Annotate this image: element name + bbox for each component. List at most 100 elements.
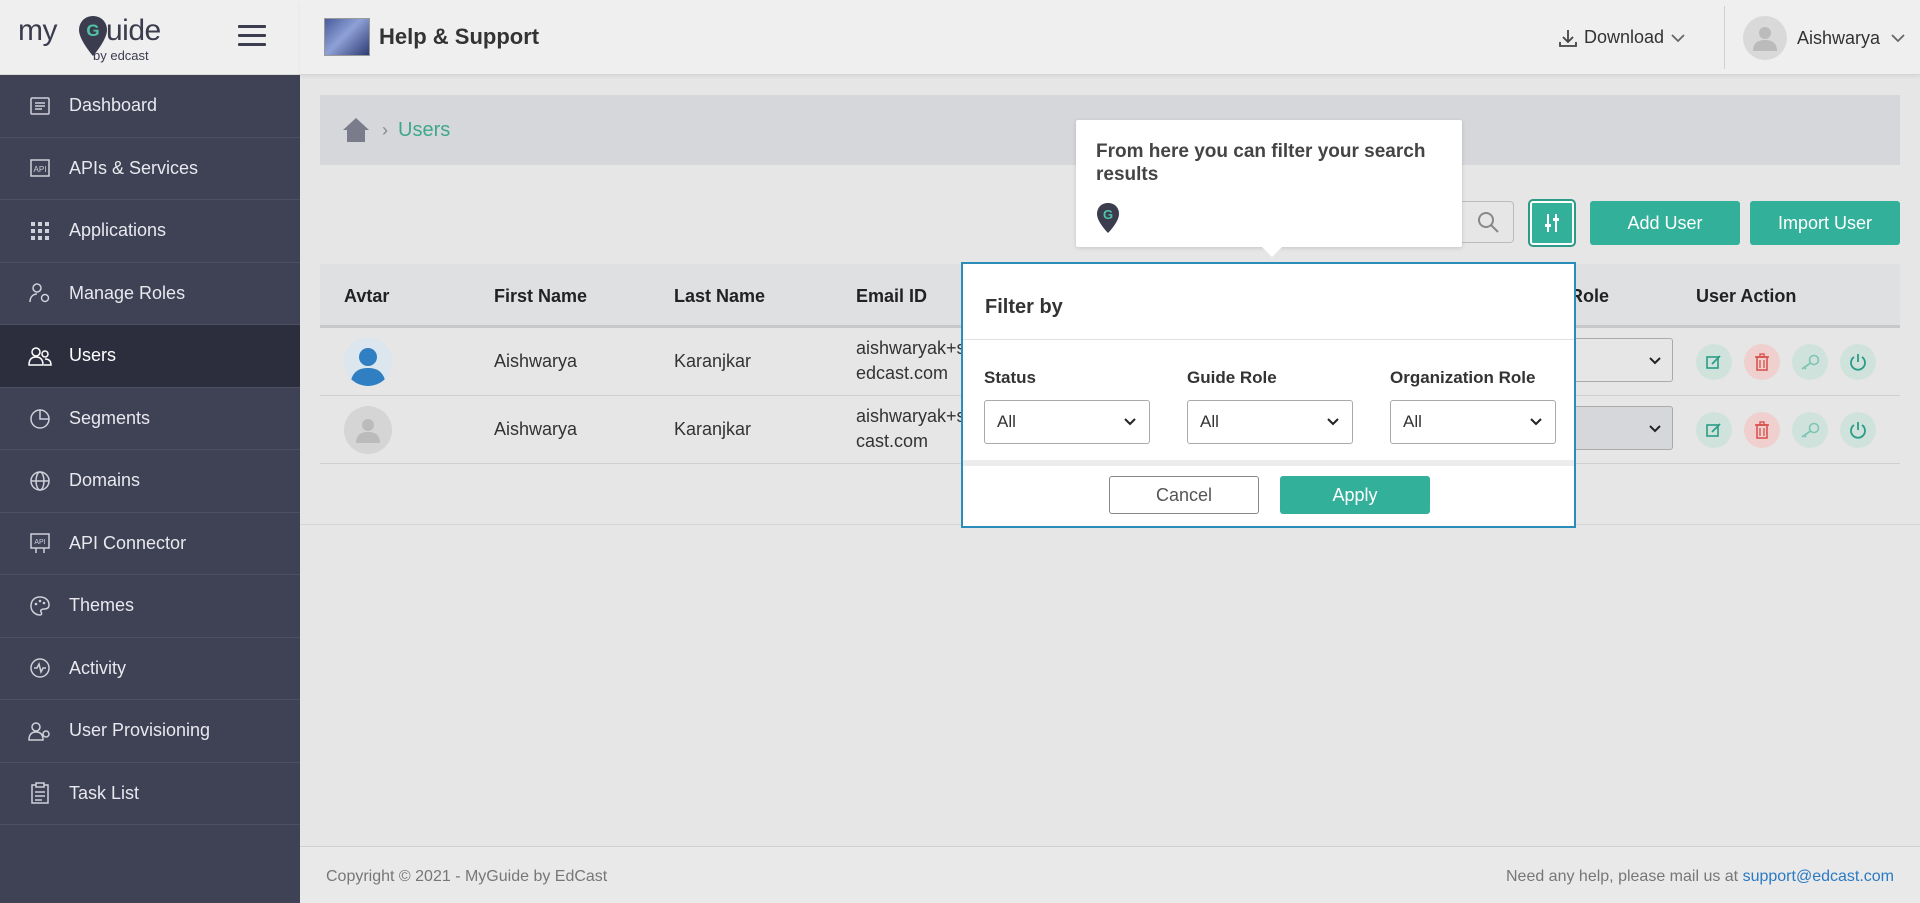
sidebar-item-label: Dashboard (69, 95, 158, 116)
user-name: Aishwarya (1797, 27, 1881, 48)
delete-button[interactable] (1744, 412, 1780, 448)
email-cell: aishwaryak+s (856, 338, 966, 358)
power-icon (1850, 354, 1866, 371)
sidebar-item-user-provisioning[interactable]: User Provisioning (0, 700, 300, 763)
svg-text:API: API (34, 539, 45, 546)
app-thumbnail (324, 18, 370, 56)
download-icon (1559, 29, 1577, 47)
chevron-down-icon (1327, 418, 1339, 426)
user-menu[interactable]: Aishwarya (1743, 16, 1906, 60)
guide-role-select[interactable]: All (1187, 400, 1353, 444)
chevron-down-icon (1530, 418, 1542, 426)
footer: Copyright © 2021 - MyGuide by EdCast Nee… (300, 846, 1920, 903)
column-header: First Name (494, 286, 588, 306)
sidebar-item-label: Domains (69, 470, 141, 491)
sidebar-item-label: Manage Roles (69, 282, 186, 303)
organization-role-select-value: All (1403, 412, 1422, 431)
user-action-group (1696, 344, 1876, 380)
users-icon (28, 344, 52, 368)
sidebar-item-applications[interactable]: Applications (0, 200, 300, 263)
header-divider (1724, 6, 1725, 69)
breadcrumb-current[interactable]: Users (398, 119, 450, 142)
sidebar-item-segments[interactable]: Segments (0, 388, 300, 450)
api-connector-icon: API (28, 531, 52, 555)
first-name-cell: Aishwarya (494, 419, 578, 439)
cancel-button[interactable]: Cancel (1109, 476, 1259, 514)
tooltip-text: From here you can filter your search res… (1096, 141, 1426, 185)
download-dropdown[interactable]: Download (1558, 27, 1686, 48)
api-icon: API (28, 156, 52, 180)
sidebar-item-activity[interactable]: Activity (0, 638, 300, 700)
filter-sliders-icon (1545, 214, 1559, 232)
add-user-button[interactable]: Add User (1590, 201, 1740, 245)
import-user-button[interactable]: Import User (1750, 201, 1900, 245)
filter-button[interactable] (1528, 199, 1576, 247)
logo-bar: my G uide by edcast (0, 0, 300, 75)
avatar (344, 406, 392, 454)
sidebar-item-label: Applications (69, 220, 167, 241)
sidebar-item-label: Users (69, 345, 117, 366)
deactivate-button[interactable] (1840, 412, 1876, 448)
sidebar-item-domains[interactable]: Domains (0, 450, 300, 513)
edit-button[interactable] (1696, 412, 1732, 448)
guide-role-label: Guide Role (1187, 368, 1277, 387)
edit-button[interactable] (1696, 344, 1732, 380)
reset-password-button[interactable] (1792, 412, 1828, 448)
app-title: Help & Support (379, 24, 540, 49)
last-name-cell: Karanjkar (674, 351, 752, 371)
filter-title: Filter by (985, 296, 1063, 318)
sidebar-item-themes[interactable]: Themes (0, 575, 300, 638)
email-cell: cast.com (856, 431, 929, 451)
chevron-down-icon (1649, 357, 1661, 365)
key-icon (1801, 422, 1820, 438)
sidebar-item-task-list[interactable]: Task List (0, 763, 300, 825)
avatar (1743, 16, 1787, 60)
sidebar-item-label: API Connector (69, 532, 187, 553)
divider (963, 460, 1574, 466)
filter-dialog: Filter by Status All Guide Role All Orga… (961, 262, 1576, 528)
myguide-logo[interactable]: my G uide by edcast (18, 12, 163, 64)
organization-role-select[interactable]: All (1390, 400, 1556, 444)
myguide-pin-icon: G (1097, 203, 1119, 233)
logo-byline: by edcast (93, 48, 149, 63)
user-provisioning-icon (28, 719, 52, 743)
edit-icon (1706, 355, 1721, 369)
sidebar-item-api-connector[interactable]: API API Connector (0, 513, 300, 575)
search-icon (1477, 212, 1499, 233)
last-name-cell: Karanjkar (674, 419, 752, 439)
deactivate-button[interactable] (1840, 344, 1876, 380)
user-avatar-icon (344, 338, 392, 386)
dashboard-icon (28, 94, 52, 118)
top-header: Help & Support Download Aishwarya (300, 0, 1920, 75)
user-action-group (1696, 412, 1876, 448)
apply-button[interactable]: Apply (1280, 476, 1430, 514)
sidebar-item-users[interactable]: Users (0, 325, 300, 388)
search-button[interactable] (1462, 201, 1514, 243)
copyright-text: Copyright © 2021 - MyGuide by EdCast (326, 868, 608, 885)
chevron-down-icon (1891, 34, 1905, 43)
activity-icon (28, 656, 52, 680)
svg-text:API: API (34, 165, 47, 174)
logo-guide: uide (106, 14, 161, 47)
svg-text:G: G (1103, 207, 1113, 222)
support-email-link[interactable]: support@edcast.com (1743, 868, 1894, 885)
delete-button[interactable] (1744, 344, 1780, 380)
avatar (344, 338, 392, 386)
reset-password-button[interactable] (1792, 344, 1828, 380)
sidebar-item-label: Activity (69, 657, 127, 678)
pie-chart-icon (28, 406, 52, 430)
role-select[interactable] (1573, 338, 1673, 382)
first-name-cell: Aishwarya (494, 351, 578, 371)
divider (963, 339, 1574, 340)
home-icon[interactable] (342, 117, 370, 143)
sidebar-item-dashboard[interactable]: Dashboard (0, 75, 300, 138)
user-avatar-icon (356, 419, 380, 443)
role-select[interactable] (1573, 406, 1673, 450)
clipboard-icon (28, 781, 52, 805)
sidebar-item-manage-roles[interactable]: Manage Roles (0, 263, 300, 325)
sidebar-item-label: Task List (69, 782, 140, 803)
hamburger-menu-icon[interactable] (238, 25, 266, 49)
key-icon (1801, 354, 1820, 370)
status-select[interactable]: All (984, 400, 1150, 444)
sidebar-item-apis-services[interactable]: API APIs & Services (0, 138, 300, 200)
